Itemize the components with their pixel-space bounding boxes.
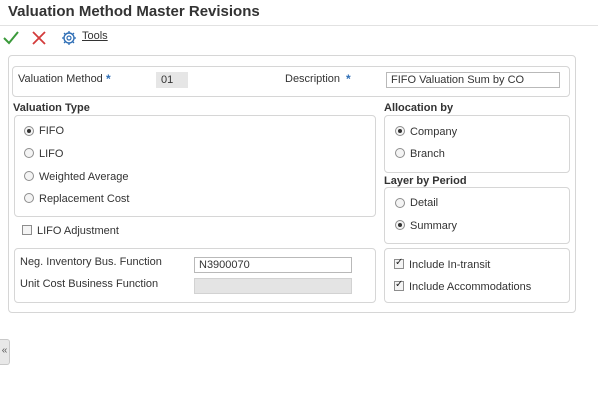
close-icon <box>32 31 46 45</box>
radio-label: Detail <box>410 197 439 209</box>
valuation-type-heading: Valuation Type <box>13 102 90 114</box>
neg-inventory-input[interactable]: N3900070 <box>194 257 352 273</box>
radio-label: Replacement Cost <box>39 193 130 205</box>
radio-label: Weighted Average <box>39 171 129 183</box>
radio-detail[interactable] <box>395 198 405 208</box>
radio-label: Summary <box>410 220 458 232</box>
description-label: Description <box>285 73 341 85</box>
radio-lifo[interactable] <box>24 148 34 158</box>
ok-button[interactable] <box>2 29 20 47</box>
neg-inventory-label: Neg. Inventory Bus. Function <box>20 256 162 268</box>
header-divider <box>0 25 598 26</box>
allocation-by-group <box>384 115 570 173</box>
side-panel-toggle[interactable]: « <box>0 339 10 365</box>
radio-label: Branch <box>410 148 445 160</box>
required-icon: * <box>106 72 111 86</box>
radio-branch[interactable] <box>395 148 405 158</box>
description-input[interactable]: FIFO Valuation Sum by CO <box>386 72 560 88</box>
allocation-by-heading: Allocation by <box>384 102 454 114</box>
layer-by-period-heading: Layer by Period <box>384 175 467 187</box>
radio-fifo[interactable] <box>24 126 34 136</box>
radio-replacement-cost[interactable] <box>24 193 34 203</box>
page-title: Valuation Method Master Revisions <box>8 3 260 20</box>
lifo-adjustment-label: LIFO Adjustment <box>37 225 119 237</box>
double-chevron-left-icon: « <box>1 345 8 356</box>
layer-by-period-group <box>384 187 570 244</box>
radio-label: Company <box>410 126 458 138</box>
tools-label: Tools <box>82 30 108 42</box>
includes-panel <box>384 248 570 303</box>
valuation-method-label: Valuation Method <box>18 73 103 85</box>
include-accommodations-label: Include Accommodations <box>409 281 532 293</box>
required-icon: * <box>346 72 351 86</box>
radio-label: LIFO <box>39 148 64 160</box>
valuation-method-field: 01 <box>156 72 188 88</box>
radio-label: FIFO <box>39 125 65 137</box>
include-in-transit-checkbox[interactable] <box>394 257 404 269</box>
radio-weighted-average[interactable] <box>24 171 34 181</box>
lifo-adjustment-checkbox[interactable] <box>22 225 32 235</box>
check-icon <box>3 31 19 45</box>
unit-cost-label: Unit Cost Business Function <box>20 278 159 290</box>
gear-icon <box>62 31 76 45</box>
radio-company[interactable] <box>395 126 405 136</box>
radio-summary[interactable] <box>395 220 405 230</box>
include-in-transit-label: Include In-transit <box>409 259 491 271</box>
cancel-button[interactable] <box>30 29 48 47</box>
include-accommodations-checkbox[interactable] <box>394 279 404 291</box>
unit-cost-input <box>194 278 352 294</box>
